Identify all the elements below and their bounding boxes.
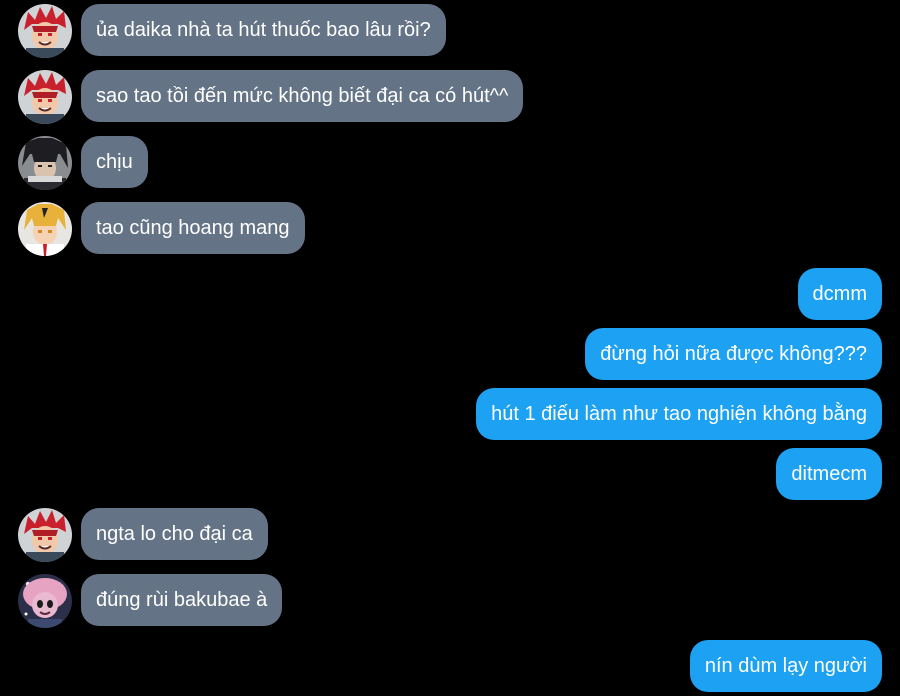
message-bubble[interactable]: đừng hỏi nữa được không???: [585, 328, 882, 380]
message-bubble[interactable]: ditmecm: [776, 448, 882, 500]
message-bubble[interactable]: ngta lo cho đại ca: [81, 508, 268, 560]
dark-hair-avatar[interactable]: [18, 136, 72, 190]
message-bubble[interactable]: tao cũng hoang mang: [81, 202, 305, 254]
message-bubble[interactable]: ủa daika nhà ta hút thuốc bao lâu rồi?: [81, 4, 446, 56]
message-bubble[interactable]: chịu: [81, 136, 148, 188]
red-spiky-hair-avatar[interactable]: [18, 4, 72, 58]
message-bubble[interactable]: nín dùm lạy người: [689, 640, 882, 692]
red-spiky-hair-avatar[interactable]: [18, 508, 72, 562]
blonde-hair-avatar[interactable]: [18, 202, 72, 256]
message-bubble[interactable]: đúng rùi bakubae à: [81, 574, 283, 626]
message-bubble[interactable]: hút 1 điếu làm như tao nghiện không bằng: [476, 388, 882, 440]
message-bubble[interactable]: sao tao tồi đến mức không biết đại ca có…: [81, 70, 524, 122]
red-spiky-hair-avatar[interactable]: [18, 70, 72, 124]
pink-hair-avatar[interactable]: [18, 574, 72, 628]
message-bubble[interactable]: dcmm: [797, 268, 882, 320]
